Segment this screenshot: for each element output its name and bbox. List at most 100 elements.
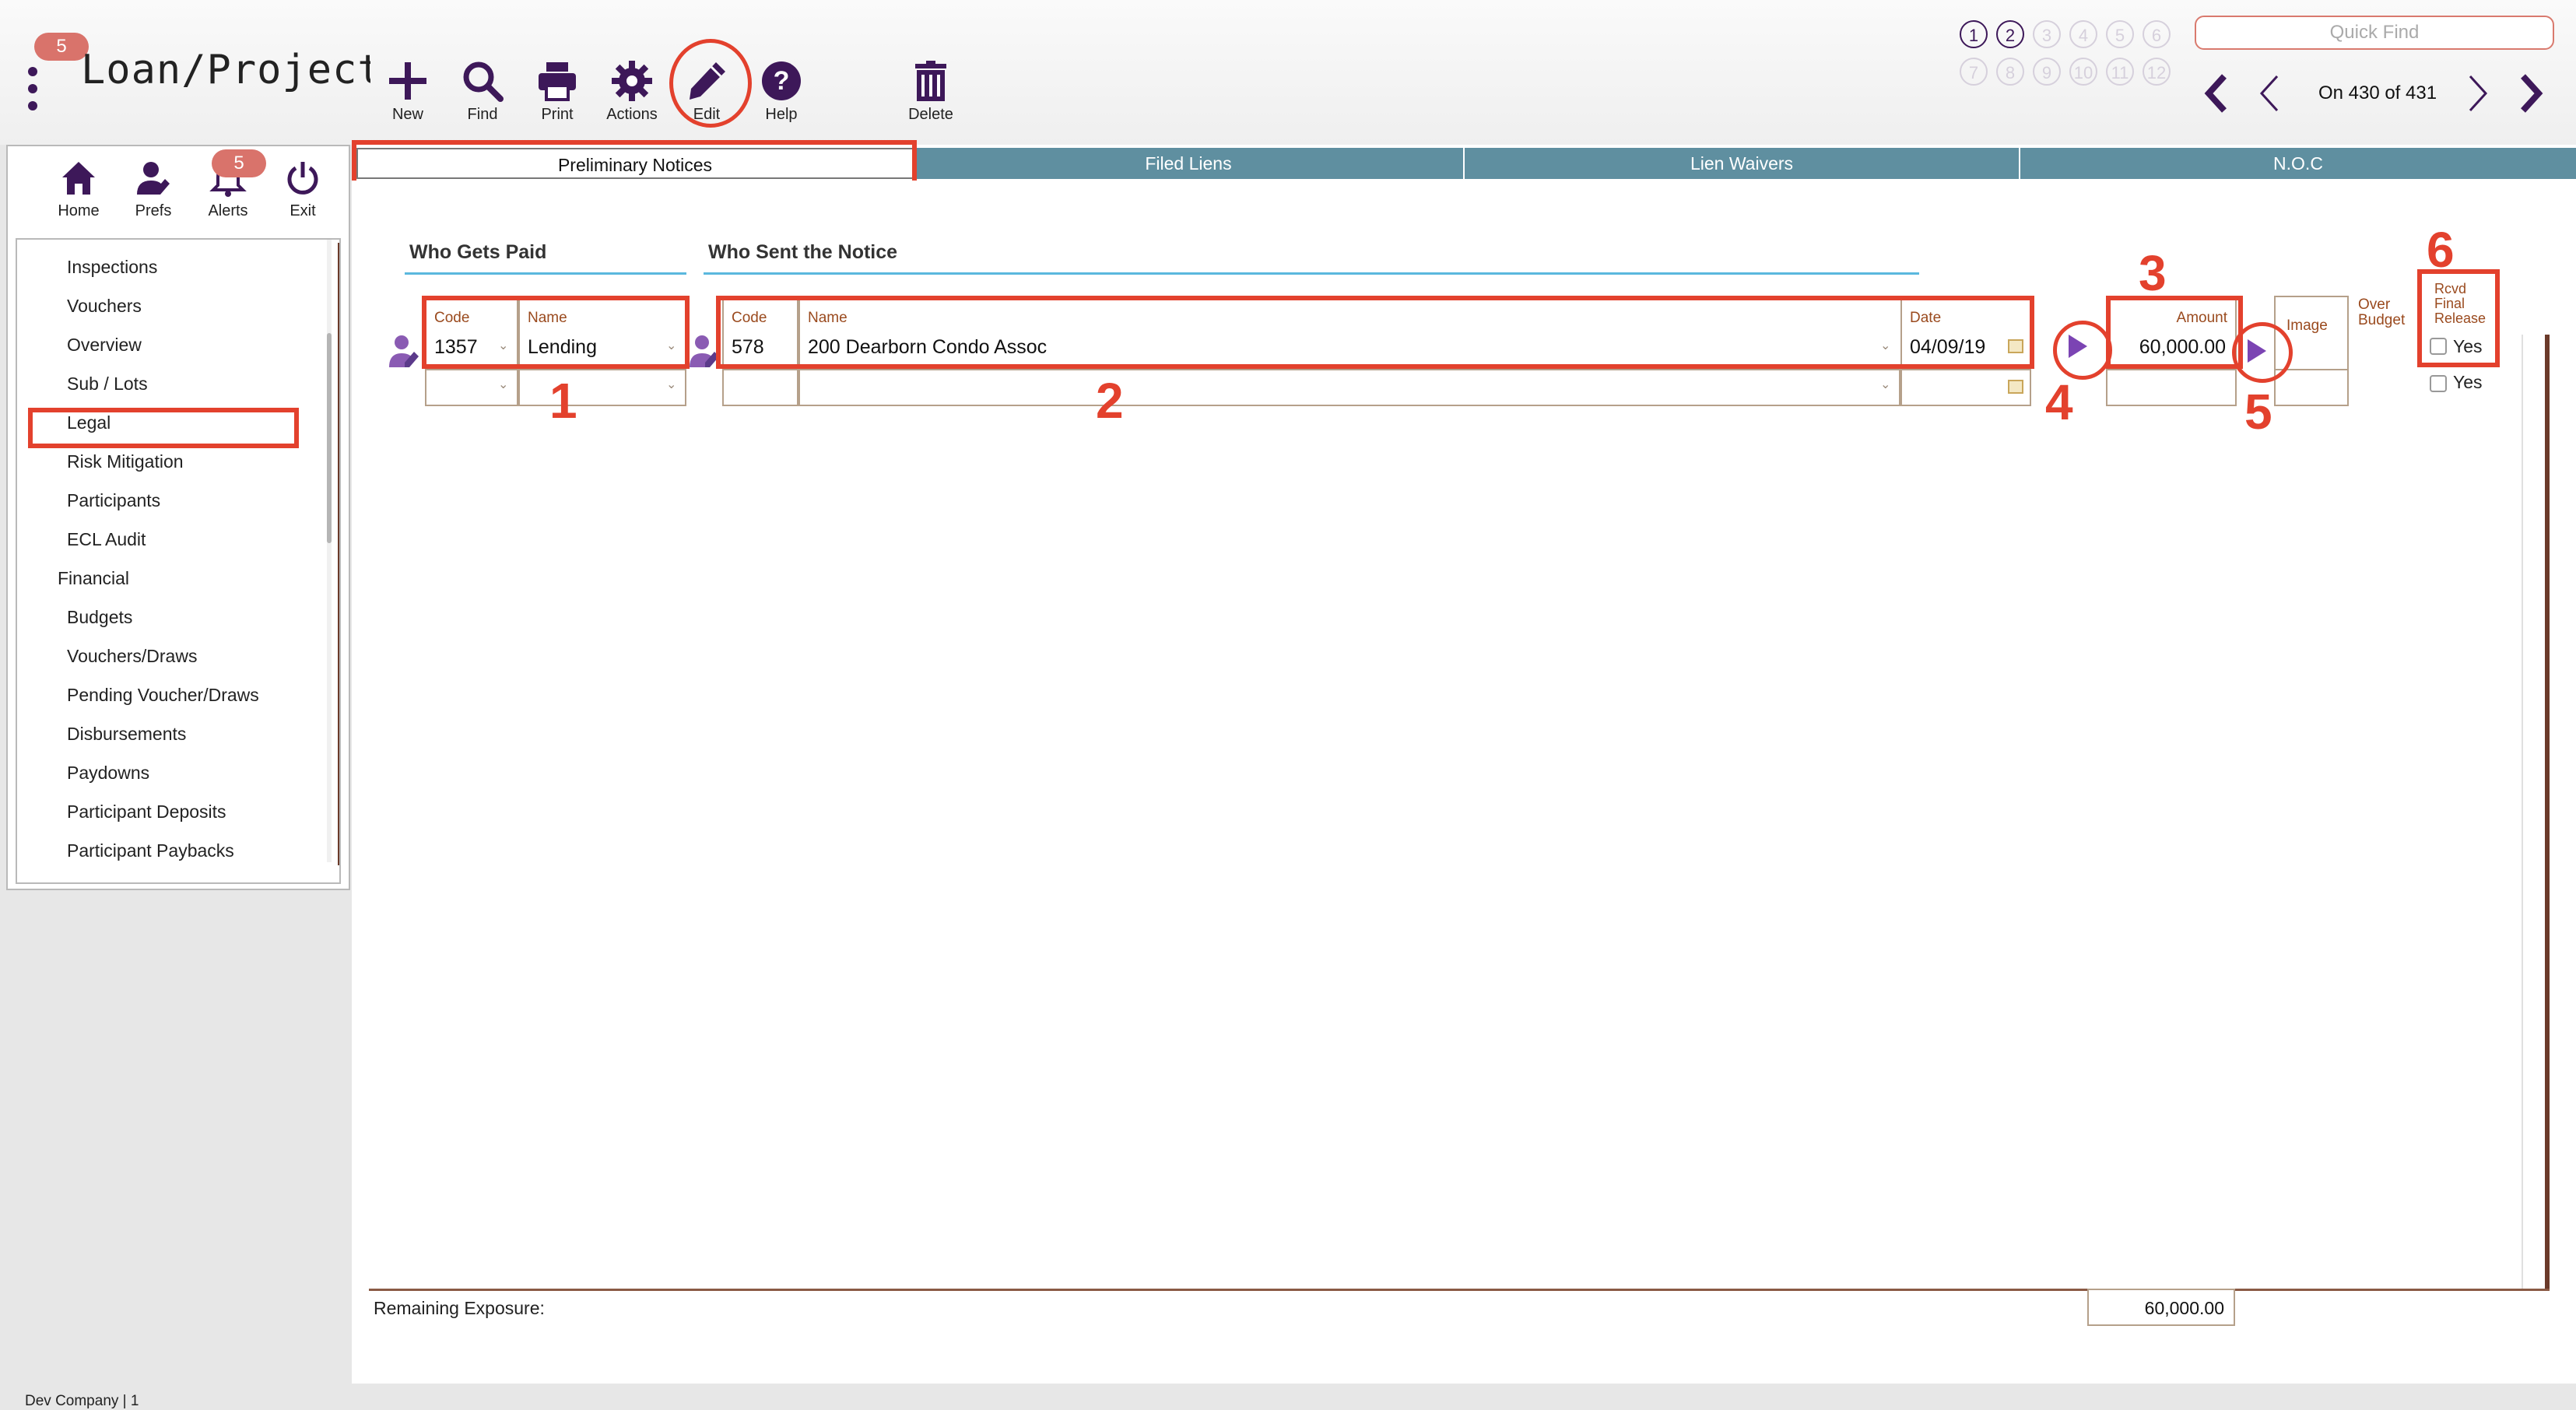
final-release-checkbox-row2[interactable] bbox=[2430, 375, 2447, 392]
payee-code-field-row2[interactable]: ⌄ bbox=[425, 369, 518, 406]
help-icon: ? bbox=[762, 61, 801, 100]
power-icon bbox=[287, 162, 318, 195]
who-gets-paid-heading: Who Gets Paid bbox=[409, 241, 547, 263]
sidebar-item-vouchers[interactable]: Vouchers bbox=[67, 296, 142, 317]
last-record-icon[interactable] bbox=[2515, 72, 2546, 115]
tab-filed-liens[interactable]: Filed Liens bbox=[914, 148, 1465, 179]
print-button[interactable]: Print bbox=[520, 51, 595, 126]
annotation-ring-4 bbox=[2053, 321, 2112, 380]
side-menu-list: Inspections Vouchers Overview Sub / Lots Leg… bbox=[16, 238, 341, 884]
sidebar-item-risk-mitigation[interactable]: Risk Mitigation bbox=[67, 451, 184, 472]
help-label: Help bbox=[765, 106, 798, 123]
find-label: Find bbox=[467, 106, 498, 123]
prefs-label: Prefs bbox=[135, 202, 172, 219]
printer-icon bbox=[539, 62, 576, 101]
sidebar-item-overview[interactable]: Overview bbox=[67, 335, 142, 356]
chevron-down-icon: ⌄ bbox=[666, 378, 677, 391]
search-icon bbox=[463, 61, 504, 102]
status-bar bbox=[0, 1384, 2576, 1410]
sidebar-item-paydowns[interactable]: Paydowns bbox=[67, 763, 149, 784]
home-label: Home bbox=[58, 202, 100, 219]
new-label: New bbox=[391, 106, 423, 123]
remaining-exposure-field: 60,000.00 bbox=[2087, 1289, 2235, 1326]
over-budget-label: Over Budget bbox=[2358, 297, 2405, 328]
chevron-down-icon: ⌄ bbox=[498, 378, 509, 391]
menu-scrollbar-thumb[interactable] bbox=[327, 333, 332, 543]
payee-lookup-icon[interactable] bbox=[388, 333, 420, 370]
help-button[interactable]: ? Help bbox=[744, 51, 819, 126]
record-button-7[interactable]: 7 bbox=[1960, 58, 1988, 86]
more-menu-icon[interactable] bbox=[26, 67, 39, 114]
calendar-icon[interactable] bbox=[2008, 380, 2023, 394]
header-bar: 5 Loan/ProjectL New Find Print Actions E… bbox=[0, 0, 2576, 145]
quick-find-input[interactable]: Quick Find bbox=[2195, 16, 2554, 50]
sidebar-item-participants[interactable]: Participants bbox=[67, 490, 160, 511]
svg-text:?: ? bbox=[774, 66, 790, 96]
over-label: Over bbox=[2358, 296, 2391, 313]
plus-icon bbox=[389, 62, 426, 100]
gear-icon bbox=[612, 61, 652, 101]
image-field-row2[interactable] bbox=[2274, 369, 2349, 406]
record-button-2[interactable]: 2 bbox=[1996, 20, 2024, 48]
sidebar-item-participant-paybacks[interactable]: Participant Paybacks bbox=[67, 840, 234, 861]
first-record-icon[interactable] bbox=[2201, 72, 2232, 115]
annotation-ring-5 bbox=[2232, 322, 2293, 383]
record-button-11[interactable]: 11 bbox=[2106, 58, 2134, 86]
legal-highlight-box bbox=[28, 408, 299, 448]
portal-scroll-track[interactable] bbox=[2522, 335, 2523, 1289]
record-position: On 430 of 431 bbox=[2318, 82, 2437, 103]
sidebar-item-ecl-audit[interactable]: ECL Audit bbox=[67, 529, 146, 550]
who-sent-notice-heading: Who Sent the Notice bbox=[708, 241, 898, 263]
sender-name-field-row2[interactable]: ⌄ bbox=[798, 369, 1900, 406]
annotation-number-1: 1 bbox=[549, 373, 577, 429]
tab-lien-waivers[interactable]: Lien Waivers bbox=[1465, 148, 2020, 179]
actions-button[interactable]: Actions bbox=[595, 51, 669, 126]
sidebar-item-vouchers-draws[interactable]: Vouchers/Draws bbox=[67, 646, 197, 667]
sidebar-item-inspections[interactable]: Inspections bbox=[67, 257, 157, 278]
annotation-box-1 bbox=[422, 296, 690, 369]
annotation-number-4: 4 bbox=[2045, 374, 2073, 430]
side-menu-panel: Home Prefs Alerts Exit 5 Inspections Vouc… bbox=[6, 145, 350, 890]
record-button-9[interactable]: 9 bbox=[2033, 58, 2061, 86]
next-record-icon[interactable] bbox=[2462, 72, 2494, 115]
exit-button[interactable]: Exit bbox=[268, 159, 338, 220]
previous-record-icon[interactable] bbox=[2254, 72, 2285, 115]
app-title: Loan/ProjectL bbox=[81, 47, 370, 93]
annotation-box-6 bbox=[2417, 269, 2500, 367]
sender-code-field-row2[interactable] bbox=[722, 369, 798, 406]
sidebar-item-financial[interactable]: Financial bbox=[58, 568, 129, 589]
sidebar-item-budgets[interactable]: Budgets bbox=[67, 607, 132, 628]
annotation-box-2 bbox=[716, 296, 2034, 369]
sidebar-item-disbursements[interactable]: Disbursements bbox=[67, 724, 186, 745]
remaining-exposure-label: Remaining Exposure: bbox=[374, 1298, 545, 1318]
preliminary-tab-highlight-box bbox=[352, 140, 917, 185]
record-button-12[interactable]: 12 bbox=[2143, 58, 2171, 86]
annotation-number-6: 6 bbox=[2427, 222, 2455, 278]
delete-button[interactable]: Delete bbox=[893, 51, 968, 126]
notice-date-field-row2[interactable] bbox=[1900, 369, 2031, 406]
annotation-box-3 bbox=[2106, 296, 2243, 369]
sidebar-item-participant-deposits[interactable]: Participant Deposits bbox=[67, 801, 226, 822]
image-caption: Image bbox=[2286, 317, 2328, 334]
sidebar-item-pending-voucher-draws[interactable]: Pending Voucher/Draws bbox=[67, 685, 259, 706]
record-button-5[interactable]: 5 bbox=[2106, 20, 2134, 48]
trash-icon bbox=[915, 61, 946, 101]
record-button-10[interactable]: 10 bbox=[2069, 58, 2097, 86]
home-button[interactable]: Home bbox=[44, 159, 114, 220]
delete-label: Delete bbox=[908, 106, 953, 123]
side-menu-top-bar: Home Prefs Alerts Exit 5 bbox=[8, 146, 349, 229]
record-button-4[interactable]: 4 bbox=[2069, 20, 2097, 48]
payee-name-field-row2[interactable]: ⌄ bbox=[518, 369, 686, 406]
record-button-8[interactable]: 8 bbox=[1996, 58, 2024, 86]
new-button[interactable]: New bbox=[370, 51, 445, 126]
who-sent-notice-underline bbox=[704, 272, 1919, 275]
record-button-1[interactable]: 1 bbox=[1960, 20, 1988, 48]
prefs-button[interactable]: Prefs bbox=[118, 159, 188, 220]
record-button-3[interactable]: 3 bbox=[2033, 20, 2061, 48]
amount-field-row2[interactable] bbox=[2106, 369, 2237, 406]
who-gets-paid-underline bbox=[405, 272, 686, 275]
record-button-6[interactable]: 6 bbox=[2143, 20, 2171, 48]
sidebar-item-sub-lots[interactable]: Sub / Lots bbox=[67, 374, 148, 395]
find-button[interactable]: Find bbox=[445, 51, 520, 126]
tab-noc[interactable]: N.O.C bbox=[2020, 148, 2576, 179]
